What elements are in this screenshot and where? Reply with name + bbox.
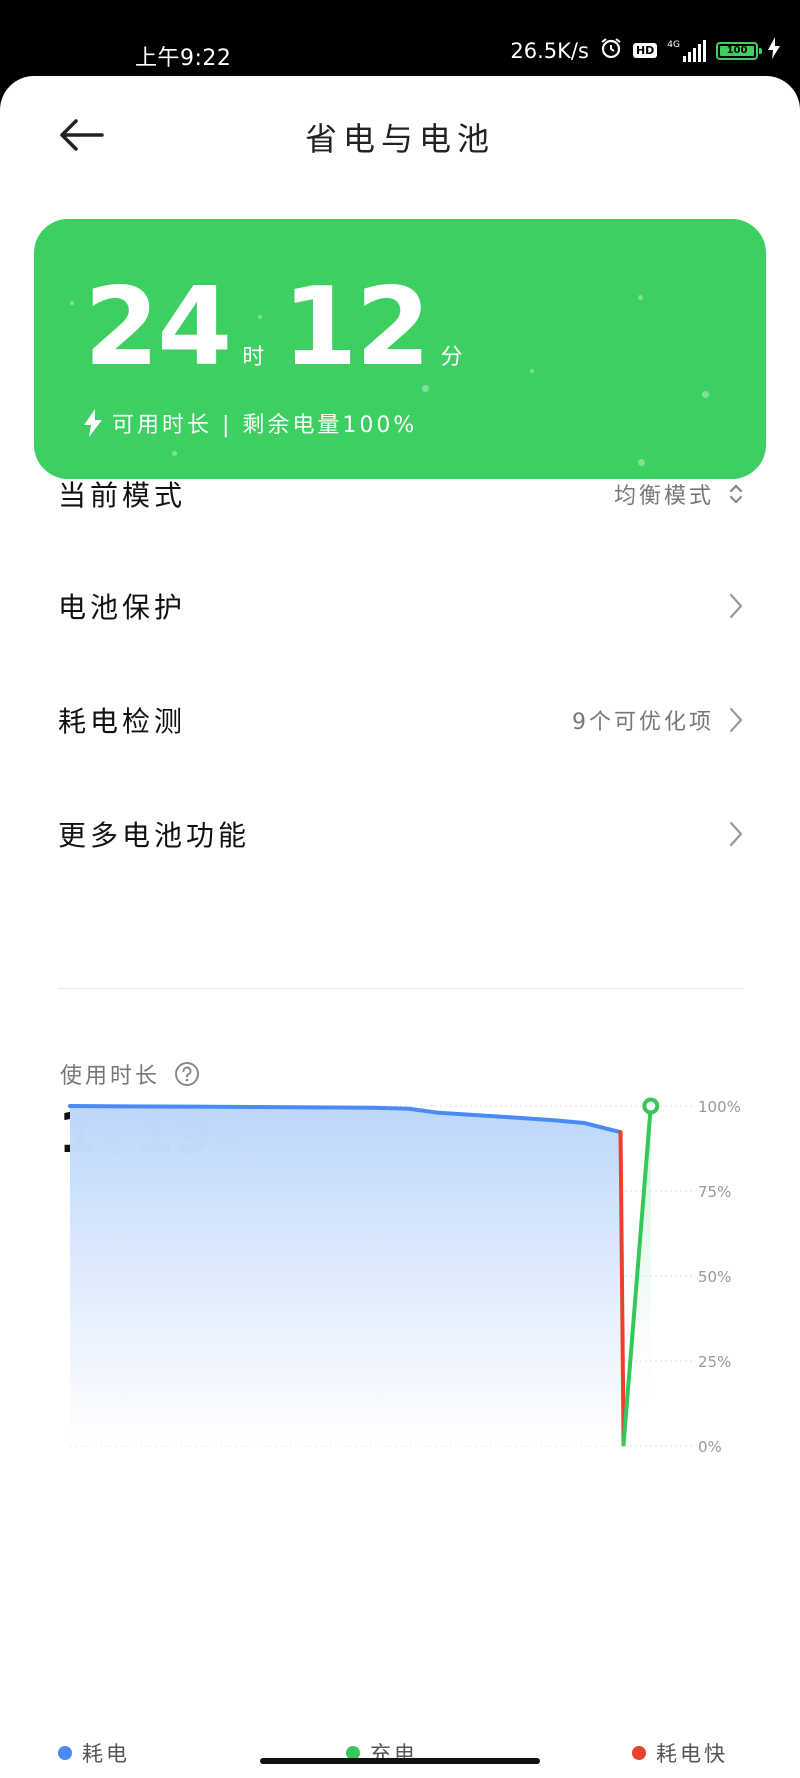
- home-indicator[interactable]: [260, 1758, 540, 1764]
- status-bar: 上午9:22 26.5K/s HD 4G 100: [0, 0, 800, 80]
- drain-area: [70, 1106, 621, 1446]
- legend-swatch: [632, 1746, 646, 1760]
- charging-icon: [768, 37, 780, 64]
- legend-label: 耗电快: [656, 1742, 728, 1766]
- network-speed: 26.5K/s: [510, 38, 589, 63]
- fast-drain-series-line: [618, 1130, 626, 1447]
- battery-chart: 100% 75% 50% 25% 0%: [68, 1097, 741, 1456]
- legend-label: 耗电: [82, 1742, 130, 1766]
- y-tick-label: 100%: [698, 1098, 741, 1116]
- status-time: 上午9:22: [135, 46, 232, 71]
- signal-icon: 4G: [667, 39, 706, 62]
- y-tick-label: 75%: [698, 1183, 731, 1201]
- y-tick-label: 50%: [698, 1268, 731, 1286]
- legend-item-drain: 耗电: [58, 1738, 130, 1768]
- status-icons: 26.5K/s HD 4G 100: [510, 36, 780, 65]
- y-tick-label: 25%: [698, 1353, 731, 1371]
- network-type: 4G: [667, 39, 680, 50]
- hd-badge: HD: [632, 43, 658, 58]
- main-sheet: 省电与电池 24 时 12 分 可用时长 | 剩余电量100% 当前模式 均衡模…: [0, 76, 800, 1778]
- legend-swatch: [58, 1746, 72, 1760]
- battery-icon: 100: [716, 41, 762, 60]
- current-point-marker: [642, 1097, 660, 1115]
- y-tick-label: 0%: [698, 1438, 722, 1456]
- alarm-icon: [599, 36, 623, 65]
- battery-level: 100: [720, 45, 754, 56]
- legend-item-fast-drain: 耗电快: [632, 1738, 728, 1768]
